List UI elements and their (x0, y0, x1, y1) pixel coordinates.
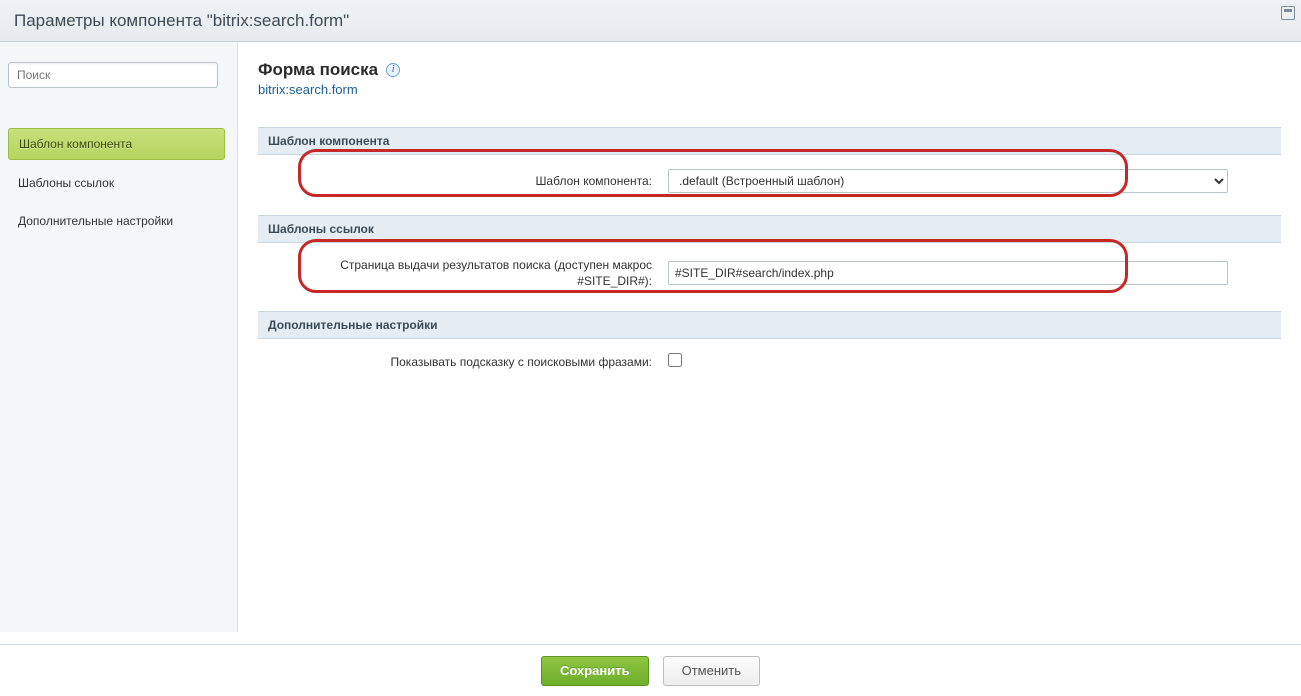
section-body-links: Страница выдачи результатов поиска (дост… (258, 243, 1281, 311)
template-select[interactable]: .default (Встроенный шаблон) (668, 169, 1228, 193)
section-header-template: Шаблон компонента (258, 127, 1281, 155)
footer: Сохранить Отменить (0, 644, 1301, 696)
maximize-icon[interactable] (1281, 6, 1295, 20)
sidebar-nav: Шаблон компонента Шаблоны ссылок Дополни… (8, 128, 225, 236)
search-input[interactable] (8, 62, 218, 88)
main-panel: Форма поиска i bitrix:search.form Шаблон… (238, 42, 1301, 632)
sidebar: Шаблон компонента Шаблоны ссылок Дополни… (0, 42, 238, 632)
hint-checkbox-label: Показывать подсказку с поисковыми фразам… (268, 354, 668, 370)
sidebar-item-extra[interactable]: Дополнительные настройки (8, 206, 225, 236)
component-code: bitrix:search.form (258, 82, 1281, 97)
section-body-template: Шаблон компонента: .default (Встроенный … (258, 155, 1281, 215)
save-button[interactable]: Сохранить (541, 656, 649, 686)
sidebar-item-links[interactable]: Шаблоны ссылок (8, 168, 225, 198)
info-icon[interactable]: i (386, 63, 400, 77)
window-title: Параметры компонента "bitrix:search.form… (14, 11, 349, 31)
section-header-extra: Дополнительные настройки (258, 311, 1281, 339)
results-page-label: Страница выдачи результатов поиска (дост… (268, 257, 668, 289)
hint-checkbox[interactable] (668, 353, 682, 367)
cancel-button[interactable]: Отменить (663, 656, 760, 686)
window-titlebar: Параметры компонента "bitrix:search.form… (0, 0, 1301, 42)
section-header-links: Шаблоны ссылок (258, 215, 1281, 243)
results-page-input[interactable] (668, 261, 1228, 285)
template-label: Шаблон компонента: (268, 173, 668, 189)
page-title: Форма поиска (258, 60, 378, 80)
section-body-extra: Показывать подсказку с поисковыми фразам… (258, 339, 1281, 392)
sidebar-item-template[interactable]: Шаблон компонента (8, 128, 225, 160)
